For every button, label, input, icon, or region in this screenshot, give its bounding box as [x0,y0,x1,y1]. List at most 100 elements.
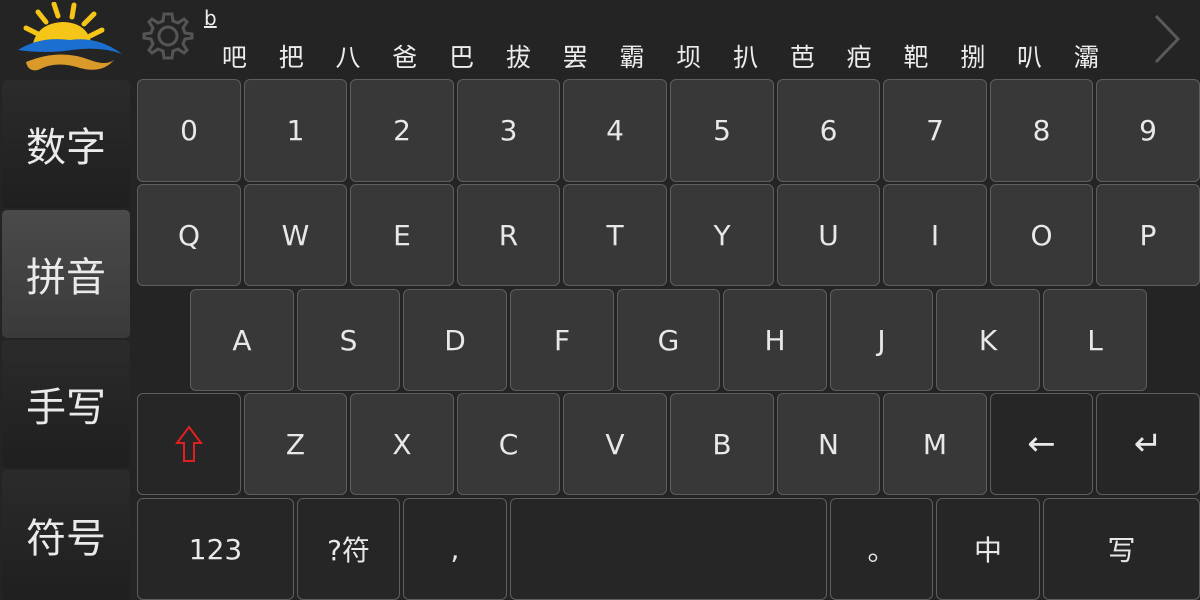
mode-label: 拼音 [26,255,106,301]
key-j[interactable]: J [830,289,933,391]
key-label: Q [177,218,201,252]
candidate-item[interactable]: 靶 [888,40,945,76]
key-label: R [498,218,519,252]
key-e[interactable]: E [350,184,454,286]
period-key[interactable]: 。 [830,498,933,600]
key-label: E [393,218,411,252]
key-label: N [818,427,839,461]
key-0[interactable]: 0 [137,79,241,182]
key-label: 8 [1032,114,1051,147]
mode-numbers-button[interactable]: 数字 [2,80,130,208]
key-9[interactable]: 9 [1096,79,1200,182]
candidate-item[interactable]: 霸 [604,40,661,76]
mode-pinyin-button[interactable]: 拼音 [2,210,130,338]
key-label: S [339,323,358,357]
backspace-key[interactable]: ← [990,393,1093,495]
candidate-item[interactable]: 罢 [547,40,604,76]
key-1[interactable]: 1 [244,79,347,182]
key-n[interactable]: N [777,393,880,495]
key-label: 9 [1139,114,1157,147]
space-key[interactable] [510,498,827,600]
candidate-item[interactable]: 芭 [774,40,831,76]
key-3[interactable]: 3 [457,79,560,182]
chevron-right-icon[interactable] [1146,10,1186,68]
candidate-item[interactable]: 拔 [490,40,547,76]
key-g[interactable]: G [617,289,720,391]
key-s[interactable]: S [297,289,400,391]
key-l[interactable]: L [1043,289,1147,391]
key-label: D [444,323,466,357]
key-label: K [978,323,998,357]
comma-key[interactable]: , [403,498,507,600]
mode-label: 符号 [26,516,106,562]
key-d[interactable]: D [403,289,507,391]
pinyin-composition: b [204,6,217,30]
key-label: V [605,427,625,461]
key-z[interactable]: Z [244,393,347,495]
chinese-key[interactable]: 中 [936,498,1040,600]
key-w[interactable]: W [244,184,347,286]
key-label: 写 [1107,534,1136,567]
candidate-item[interactable]: 捌 [944,40,1001,76]
key-label: 1 [286,114,305,147]
mode-handwriting-button[interactable]: 手写 [2,340,130,468]
key-label: F [553,323,571,357]
key-u[interactable]: U [777,184,880,286]
candidate-list: 吧 把 八 爸 巴 拔 罢 霸 坝 扒 芭 疤 靶 捌 叭 灞 [206,40,1115,76]
candidate-item[interactable]: 叭 [1001,40,1058,76]
key-5[interactable]: 5 [670,79,774,182]
key-f[interactable]: F [510,289,614,391]
key-label: T [606,218,624,252]
key-k[interactable]: K [936,289,1040,391]
key-a[interactable]: A [190,289,294,391]
key-6[interactable]: 6 [777,79,880,182]
key-i[interactable]: I [883,184,987,286]
key-label: P [1139,218,1157,252]
key-c[interactable]: C [457,393,560,495]
handwrite-key[interactable]: 写 [1043,498,1200,600]
key-8[interactable]: 8 [990,79,1093,182]
shift-key[interactable] [137,393,241,495]
key-label: G [657,323,680,357]
candidate-item[interactable]: 巴 [433,40,490,76]
candidate-item[interactable]: 吧 [206,40,263,76]
gear-icon[interactable] [140,8,196,64]
key-x[interactable]: X [350,393,454,495]
candidate-item[interactable]: 灞 [1058,40,1115,76]
mode-symbols-button[interactable]: 符号 [2,470,130,600]
key-label: 123 [188,532,243,566]
key-7[interactable]: 7 [883,79,987,182]
key-q[interactable]: Q [137,184,241,286]
key-label: X [392,427,412,461]
key-2[interactable]: 2 [350,79,454,182]
key-label: ?符 [327,534,370,567]
key-h[interactable]: H [723,289,827,391]
key-y[interactable]: Y [670,184,774,286]
mode-sidebar: 数字 拼音 手写 符号 [0,80,132,600]
key-p[interactable]: P [1096,184,1200,286]
candidate-item[interactable]: 把 [263,40,320,76]
candidate-item[interactable]: 坝 [660,40,717,76]
candidate-item[interactable]: 疤 [831,40,888,76]
key-label: B [712,427,732,461]
key-r[interactable]: R [457,184,560,286]
key-4[interactable]: 4 [563,79,667,182]
numbers-key[interactable]: 123 [137,498,294,600]
app-logo [18,2,122,71]
key-label: Z [285,427,306,461]
key-label: C [498,427,519,461]
symbols-key[interactable]: ?符 [297,498,400,600]
key-t[interactable]: T [563,184,667,286]
candidate-item[interactable]: 扒 [717,40,774,76]
key-label: 7 [926,114,944,147]
key-o[interactable]: O [990,184,1093,286]
enter-key[interactable]: ↵ [1096,393,1200,495]
key-m[interactable]: M [883,393,987,495]
keyboard-window: b 吧 把 八 爸 巴 拔 罢 霸 坝 扒 芭 疤 靶 捌 叭 灞 数字 拼音 … [0,0,1200,600]
candidate-item[interactable]: 八 [320,40,377,76]
key-label: M [922,427,948,461]
enter-icon: ↵ [1133,424,1163,464]
key-v[interactable]: V [563,393,667,495]
candidate-item[interactable]: 爸 [376,40,433,76]
key-b[interactable]: B [670,393,774,495]
